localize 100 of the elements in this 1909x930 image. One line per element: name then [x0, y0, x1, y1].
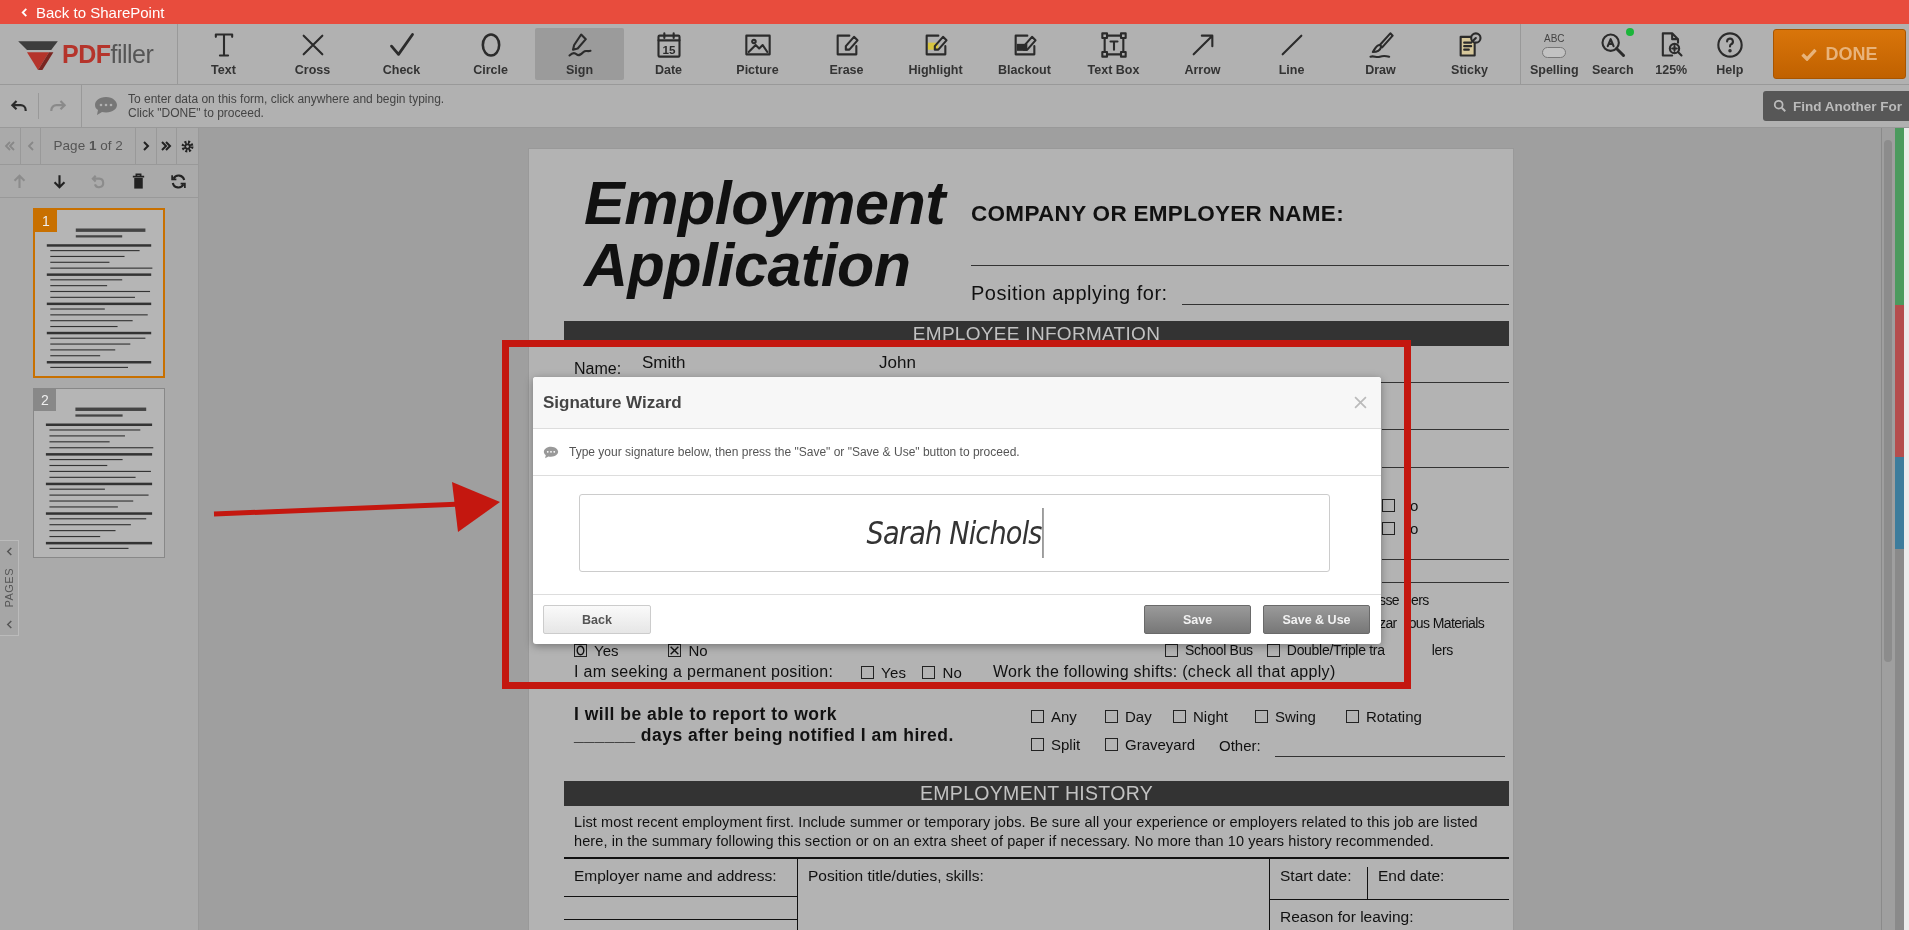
form-title: Employment Application [582, 168, 949, 301]
other-label: Other: [1219, 736, 1261, 754]
tool-button[interactable]: 15 Date [624, 28, 713, 80]
hint-text: To enter data on this form, click anywhere and begin typing. Click "DONE" to proceed. [128, 92, 446, 120]
option-label: Night [1193, 707, 1229, 725]
search-icon [1773, 99, 1787, 113]
option-label: Split [1051, 735, 1081, 753]
position-label: Position applying for: [971, 282, 1168, 305]
tool-button[interactable]: Cross [268, 28, 357, 80]
page-thumbnail[interactable]: 1 [33, 208, 165, 378]
checkbox[interactable] [1255, 709, 1268, 723]
checkbox[interactable] [1031, 709, 1044, 723]
tool-button[interactable]: ABC Spelling [1525, 24, 1584, 84]
chevron-left-icon [4, 620, 14, 629]
check-icon [387, 31, 416, 59]
back-link[interactable]: Back to SharePoint [20, 3, 165, 21]
column-header: Position title/duties, skills: [808, 867, 984, 884]
pages-tab[interactable]: PAGES [0, 540, 19, 636]
option-label: School Bus [1185, 642, 1253, 658]
option-label: Yes [594, 641, 619, 659]
name-label: Name: [574, 360, 622, 378]
option-label: Day [1125, 707, 1152, 725]
question-label: Work the following shifts: (check all that apply) [993, 663, 1336, 681]
double-chevron-right-icon [160, 140, 173, 152]
tool-button[interactable]: Highlight [891, 28, 980, 80]
save-button[interactable]: Save & Use [1263, 605, 1370, 634]
option-label: zar [1379, 615, 1397, 631]
search-icon [1598, 31, 1627, 59]
checkbox[interactable] [1382, 522, 1395, 535]
option-label: Any [1051, 707, 1077, 725]
column-header: Employer name and address: [573, 867, 778, 885]
option-label: o [1410, 497, 1419, 514]
checkmark-icon [1801, 47, 1818, 61]
checkbox[interactable] [1105, 737, 1118, 751]
tool-button[interactable]: Draw [1336, 28, 1425, 80]
option-label: Graveyard [1125, 735, 1196, 753]
checkbox[interactable] [1031, 737, 1044, 751]
help-icon [1715, 31, 1744, 59]
checkbox[interactable] [1346, 709, 1359, 723]
textbox-icon [1099, 31, 1128, 59]
tool-button[interactable]: Blackout [980, 28, 1069, 80]
tool-button[interactable]: Search [1583, 24, 1642, 84]
chevron-left-icon [4, 547, 14, 556]
question-label: I am seeking a permanent position: [574, 663, 835, 681]
tool-button[interactable]: Text [179, 28, 268, 80]
field-value: Smith [642, 353, 686, 373]
tool-button[interactable]: 125% [1642, 24, 1701, 84]
checkbox[interactable] [1105, 709, 1118, 723]
sign-icon [565, 31, 594, 59]
option-label: lers [1431, 642, 1454, 658]
option-label: No [688, 641, 708, 659]
page-number: 2 [34, 389, 56, 411]
report-text: I will be able to report to work ______ days after being notified I am hired. [573, 703, 955, 747]
tool-button[interactable]: Check [357, 28, 446, 80]
tool-button[interactable]: Picture [713, 28, 802, 80]
save-button[interactable]: Save [1144, 605, 1251, 634]
chevron-left-icon [20, 7, 29, 17]
abc-label: ABC [1543, 32, 1565, 44]
option-label: Rotating [1366, 707, 1422, 725]
field-value: John [879, 353, 916, 373]
instruction-paragraph: List most recent employment first. Include summer or temporary jobs. Be sure all your experience or employers related to this job are listed here, in the summary following this section or on an extra sheet of paper if necessary. No more than 10 years history recommended. [573, 813, 1479, 851]
option-label: No [942, 663, 963, 681]
option-label: Swing [1275, 707, 1316, 725]
toggle-icon [1542, 46, 1567, 58]
option-label: o [1410, 520, 1419, 537]
section-header: EMPLOYMENT HISTORY [564, 781, 1509, 806]
dialog-title: Signature Wizard [543, 392, 682, 413]
dialog-instruction: Type your signature below, then press the "Save" or "Save & Use" button to proceed. [569, 445, 1020, 459]
tool-button[interactable]: Text Box [1069, 28, 1158, 80]
page-thumbnail[interactable]: 2 [33, 388, 165, 558]
double-chevron-left-icon [3, 140, 16, 152]
refresh-icon [169, 172, 187, 190]
page-number: 1 [35, 210, 57, 232]
tool-button[interactable]: Circle [446, 28, 535, 80]
column-header: Reason for leaving: [1279, 907, 1415, 926]
checkbox[interactable] [922, 665, 936, 679]
calendar-day: 15 [662, 42, 675, 56]
signature-field[interactable]: Sarah Nichols [579, 494, 1330, 572]
chat-icon [543, 445, 559, 459]
tool-button[interactable]: Sign [535, 28, 624, 80]
column-header: Start date: [1270, 867, 1368, 899]
option-label: ers [1411, 592, 1429, 608]
checkbox[interactable] [1173, 709, 1186, 723]
page-indicator: Page 1 of 2 [41, 128, 136, 164]
tool-button[interactable]: Sticky [1425, 28, 1514, 80]
tool-button[interactable]: Erase [802, 28, 891, 80]
tool-button[interactable]: Arrow [1158, 28, 1247, 80]
option-label: Yes [881, 663, 907, 681]
tool-button[interactable]: Help [1700, 24, 1759, 84]
logo-text: PDFfiller [62, 39, 154, 69]
draw-icon [1366, 31, 1395, 59]
checkbox[interactable] [861, 665, 874, 679]
find-form-button[interactable]: Find Another For [1763, 91, 1909, 121]
chat-icon [94, 96, 118, 116]
tool-button[interactable]: Line [1247, 28, 1336, 80]
checkbox[interactable] [1382, 499, 1395, 512]
status-dot [1625, 28, 1634, 36]
back-button[interactable]: Back [543, 605, 651, 634]
option-label: Double/Triple tra [1286, 642, 1385, 658]
company-label: COMPANY OR EMPLOYER NAME: [971, 201, 1345, 227]
